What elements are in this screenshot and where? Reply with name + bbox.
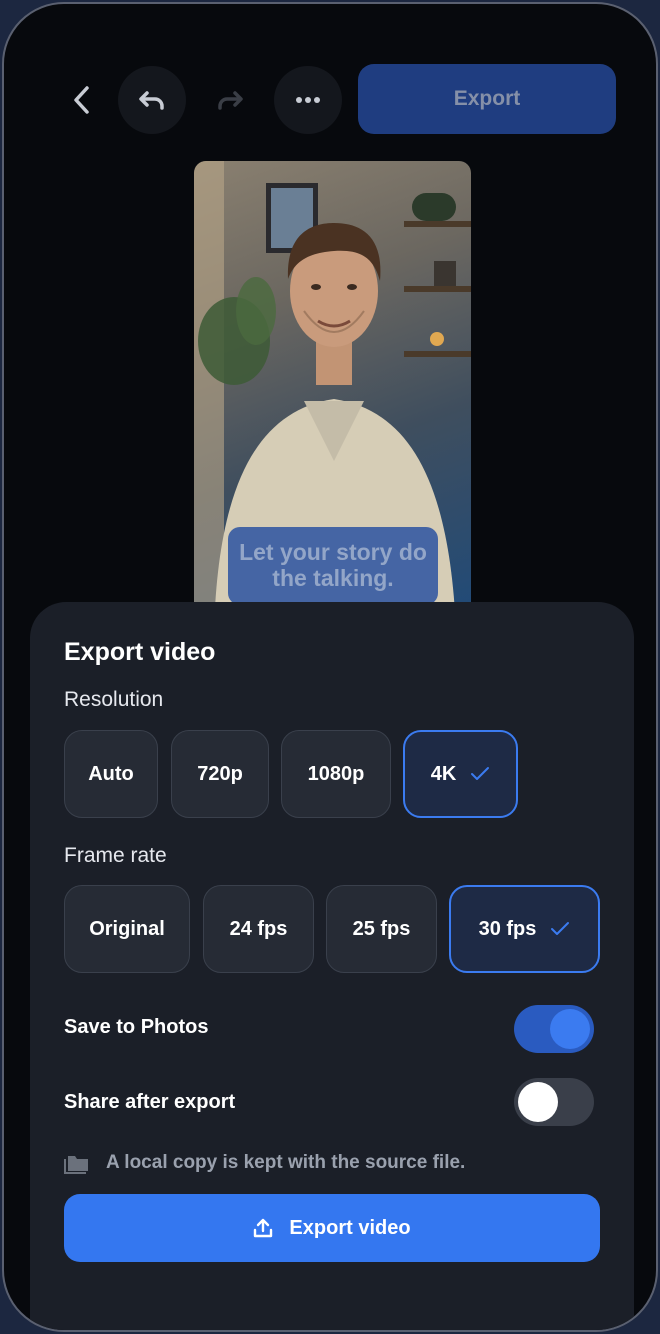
resolution-chip-auto[interactable]: Auto	[64, 730, 158, 818]
frame-rate-chip-30fps[interactable]: 30 fps	[449, 885, 600, 973]
frame-rate-chip-original[interactable]: Original	[64, 885, 190, 973]
sheet-title: Export video	[64, 638, 216, 666]
check-icon	[471, 767, 490, 780]
resolution-chip-720p[interactable]: 720p	[171, 730, 269, 818]
chip-label: 24 fps	[229, 917, 288, 940]
toggle-knob	[550, 1009, 590, 1049]
phone-frame: Export Let your story do the talking. Ex…	[2, 2, 658, 1332]
chip-label: 1080p	[307, 762, 365, 785]
note-text: A local copy is kept with the source fil…	[106, 1152, 466, 1173]
chip-label: 720p	[197, 762, 243, 785]
top-toolbar: Export	[4, 4, 656, 144]
chevron-left-icon	[74, 86, 89, 114]
redo-button[interactable]	[196, 66, 264, 134]
resolution-chip-1080p[interactable]: 1080p	[281, 730, 391, 818]
folder-icon	[64, 1156, 88, 1174]
chip-label: 4K	[430, 762, 457, 785]
upload-icon	[254, 1218, 273, 1238]
more-button[interactable]	[274, 66, 342, 134]
share-after-export-label: Share after export	[64, 1091, 236, 1113]
resolution-label: Resolution	[64, 688, 164, 711]
check-icon	[551, 922, 570, 935]
resolution-chip-4k[interactable]: 4K	[403, 730, 518, 818]
video-preview[interactable]: Let your story do the talking.	[194, 161, 471, 631]
local-copy-note: A local copy is kept with the source fil…	[64, 1152, 465, 1174]
export-video-button[interactable]: Export video	[64, 1194, 600, 1262]
export-video-label: Export video	[289, 1216, 411, 1239]
undo-icon	[139, 91, 164, 110]
chip-label: Auto	[88, 762, 134, 785]
save-to-photos-label: Save to Photos	[64, 1016, 209, 1038]
export-sheet: Export video Resolution Auto 720p 1080p …	[30, 602, 634, 1330]
chip-label: Original	[89, 917, 165, 940]
save-to-photos-toggle[interactable]	[514, 1005, 594, 1053]
back-button[interactable]	[60, 74, 104, 126]
frame-rate-label: Frame rate	[64, 844, 167, 867]
undo-button[interactable]	[118, 66, 186, 134]
video-caption: Let your story do the talking.	[228, 527, 438, 605]
redo-icon	[218, 91, 243, 110]
chip-label: 25 fps	[352, 917, 411, 940]
chip-label: 30 fps	[478, 917, 537, 940]
share-after-export-toggle[interactable]	[514, 1078, 594, 1126]
frame-rate-chip-24fps[interactable]: 24 fps	[203, 885, 314, 973]
more-icon	[296, 97, 320, 103]
toggle-knob	[518, 1082, 558, 1122]
frame-rate-chip-25fps[interactable]: 25 fps	[326, 885, 437, 973]
export-top-button[interactable]: Export	[358, 64, 616, 134]
